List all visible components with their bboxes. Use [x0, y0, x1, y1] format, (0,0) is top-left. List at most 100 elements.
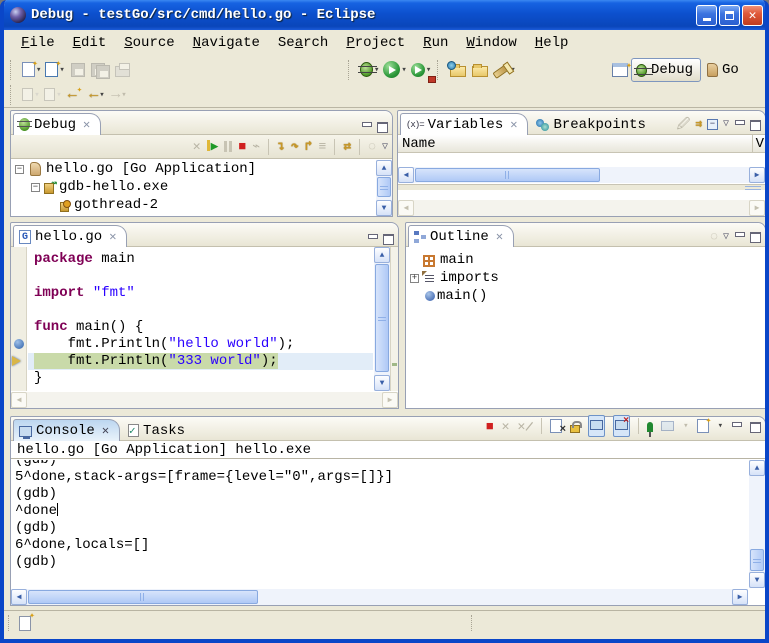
- editor-tab-close-icon[interactable]: ✕: [109, 229, 116, 244]
- scroll-lock-icon[interactable]: [570, 425, 580, 433]
- forward-button[interactable]: →▾: [108, 84, 130, 106]
- variables-minimize-icon[interactable]: [734, 120, 745, 129]
- show-logical-structures-icon[interactable]: ⇉: [695, 117, 702, 131]
- editor-overview-ruler[interactable]: [390, 247, 398, 391]
- editor-minimize-icon[interactable]: [367, 234, 378, 243]
- debug-maximize-icon[interactable]: [377, 122, 388, 131]
- scroll-up-icon[interactable]: ▲: [376, 160, 392, 176]
- outline-minimize-icon[interactable]: [734, 232, 745, 241]
- step-return-icon[interactable]: ↱: [305, 139, 313, 154]
- code-line[interactable]: fmt.Println("333 world");: [28, 353, 373, 370]
- debug-tree-item-row[interactable]: −gdb-hello.exe: [11, 178, 375, 196]
- external-tools-button[interactable]: ▾: [409, 59, 433, 81]
- print-button[interactable]: [112, 59, 134, 81]
- console-minimize-icon[interactable]: [731, 422, 742, 431]
- maximize-button[interactable]: [719, 5, 740, 26]
- variables-column-header[interactable]: Name V: [398, 135, 765, 153]
- menu-source[interactable]: Source: [115, 33, 183, 53]
- outline-tab-close-icon[interactable]: ✕: [496, 229, 503, 244]
- debug-view-menu-icon[interactable]: ▽: [382, 141, 388, 153]
- outline-view-menu-icon[interactable]: ▽: [723, 231, 729, 243]
- menu-run[interactable]: Run: [414, 33, 457, 53]
- scroll-right-icon[interactable]: ▶: [749, 167, 765, 183]
- debug-tree-item-row[interactable]: gothread-2: [11, 196, 375, 214]
- last-edit-location-button[interactable]: ←✦: [64, 84, 86, 106]
- console-tab-close-icon[interactable]: ✕: [102, 423, 109, 438]
- tree-expander-icon[interactable]: +: [410, 274, 419, 283]
- menu-project[interactable]: Project: [337, 33, 414, 53]
- code-line[interactable]: [28, 302, 373, 319]
- debug-vertical-scrollbar[interactable]: ▲ ▼: [376, 160, 392, 216]
- scroll-up-icon[interactable]: ▲: [749, 460, 765, 476]
- code-line[interactable]: }: [28, 370, 373, 387]
- save-button[interactable]: [67, 59, 89, 81]
- tab-debug-view[interactable]: Debug ✕: [13, 113, 101, 135]
- resume-icon[interactable]: ▶: [207, 140, 219, 153]
- variables-horizontal-scrollbar[interactable]: ◀ ▶: [398, 167, 765, 183]
- remove-all-launches-icon[interactable]: ✕̷: [518, 420, 534, 433]
- variables-tab-close-icon[interactable]: ✕: [510, 117, 517, 132]
- pin-console-icon[interactable]: [647, 422, 653, 432]
- debug-tree-item-row[interactable]: −hello.go [Go Application]: [11, 160, 375, 178]
- scroll-left-icon[interactable]: ◀: [11, 392, 27, 408]
- tab-tasks[interactable]: Tasks: [122, 419, 196, 441]
- open-perspective-button[interactable]: ✦: [609, 59, 631, 81]
- open-console-icon[interactable]: ✦: [697, 419, 709, 433]
- open-resource-button[interactable]: [447, 59, 469, 81]
- debug-tree-item-row[interactable]: [11, 214, 375, 216]
- breakpoint-icon[interactable]: [14, 339, 24, 349]
- minimize-button[interactable]: [696, 5, 717, 26]
- scroll-left-icon[interactable]: ◀: [398, 200, 414, 216]
- scroll-right-icon[interactable]: ▶: [749, 200, 765, 216]
- console-text-area[interactable]: (gdb) 5^done,stack-args=[frame={level="0…: [15, 460, 748, 588]
- scroll-right-icon[interactable]: ▶: [382, 392, 398, 408]
- menu-search[interactable]: Search: [269, 33, 337, 53]
- detail-horizontal-scrollbar[interactable]: ◀ ▶: [398, 200, 765, 216]
- previous-annotation-button[interactable]: ▾: [42, 84, 64, 106]
- scroll-down-icon[interactable]: ▼: [374, 375, 390, 391]
- menu-navigate[interactable]: Navigate: [184, 33, 269, 53]
- step-over-icon[interactable]: ↷: [291, 139, 299, 154]
- code-line[interactable]: [28, 268, 373, 285]
- show-stderr-icon[interactable]: [613, 415, 630, 437]
- scroll-down-icon[interactable]: ▼: [376, 200, 392, 216]
- display-console-icon[interactable]: [661, 421, 674, 431]
- terminate-icon[interactable]: ■: [238, 140, 246, 153]
- variables-detail-pane[interactable]: [398, 190, 765, 200]
- console-terminate-icon[interactable]: ■: [486, 420, 494, 433]
- editor-code-area[interactable]: package mainimport "fmt"func main() { fm…: [28, 251, 373, 387]
- editor-horizontal-scrollbar[interactable]: ◀ ▶: [11, 392, 398, 408]
- debug-button[interactable]: ▾: [358, 59, 381, 81]
- menu-window[interactable]: Window: [457, 33, 525, 53]
- tab-console[interactable]: Console ✕: [13, 419, 120, 441]
- outline-sort-icon[interactable]: ◌: [710, 230, 718, 243]
- tab-breakpoints[interactable]: Breakpoints: [530, 113, 656, 135]
- new-wizard-button[interactable]: ✦▾: [20, 59, 43, 81]
- outline-item-row[interactable]: main(): [406, 287, 765, 305]
- perspective-go-button[interactable]: Go: [701, 62, 745, 78]
- tree-expander-icon[interactable]: −: [15, 165, 24, 174]
- drop-to-frame-icon[interactable]: ≡: [319, 140, 327, 153]
- console-vertical-scrollbar[interactable]: ▲ ▼: [749, 460, 765, 588]
- scroll-left-icon[interactable]: ◀: [398, 167, 414, 183]
- tab-outline[interactable]: Outline ✕: [408, 225, 514, 247]
- outline-item-row[interactable]: +imports: [406, 269, 765, 287]
- console-maximize-icon[interactable]: [750, 422, 761, 431]
- outline-maximize-icon[interactable]: [750, 232, 761, 241]
- code-line[interactable]: func main() {: [28, 319, 373, 336]
- new-project-button[interactable]: ✦▾: [43, 59, 66, 81]
- debug-tab-close-icon[interactable]: ✕: [83, 117, 90, 132]
- step-into-icon[interactable]: ↴: [277, 139, 285, 154]
- menu-edit[interactable]: Edit: [64, 33, 116, 53]
- code-line[interactable]: import "fmt": [28, 285, 373, 302]
- editor-maximize-icon[interactable]: [383, 234, 394, 243]
- code-line[interactable]: fmt.Println("hello world");: [28, 336, 373, 353]
- scroll-down-icon[interactable]: ▼: [749, 572, 765, 588]
- next-annotation-button[interactable]: ▾: [20, 84, 42, 106]
- tab-editor-hello-go[interactable]: G hello.go ✕: [13, 225, 127, 247]
- step-filters-icon[interactable]: ⇄: [343, 139, 351, 154]
- debug-extra-icon[interactable]: ◌: [368, 140, 376, 153]
- suspend-icon[interactable]: [224, 141, 232, 152]
- close-button[interactable]: ✕: [742, 5, 763, 26]
- scroll-right-icon[interactable]: ▶: [732, 589, 748, 605]
